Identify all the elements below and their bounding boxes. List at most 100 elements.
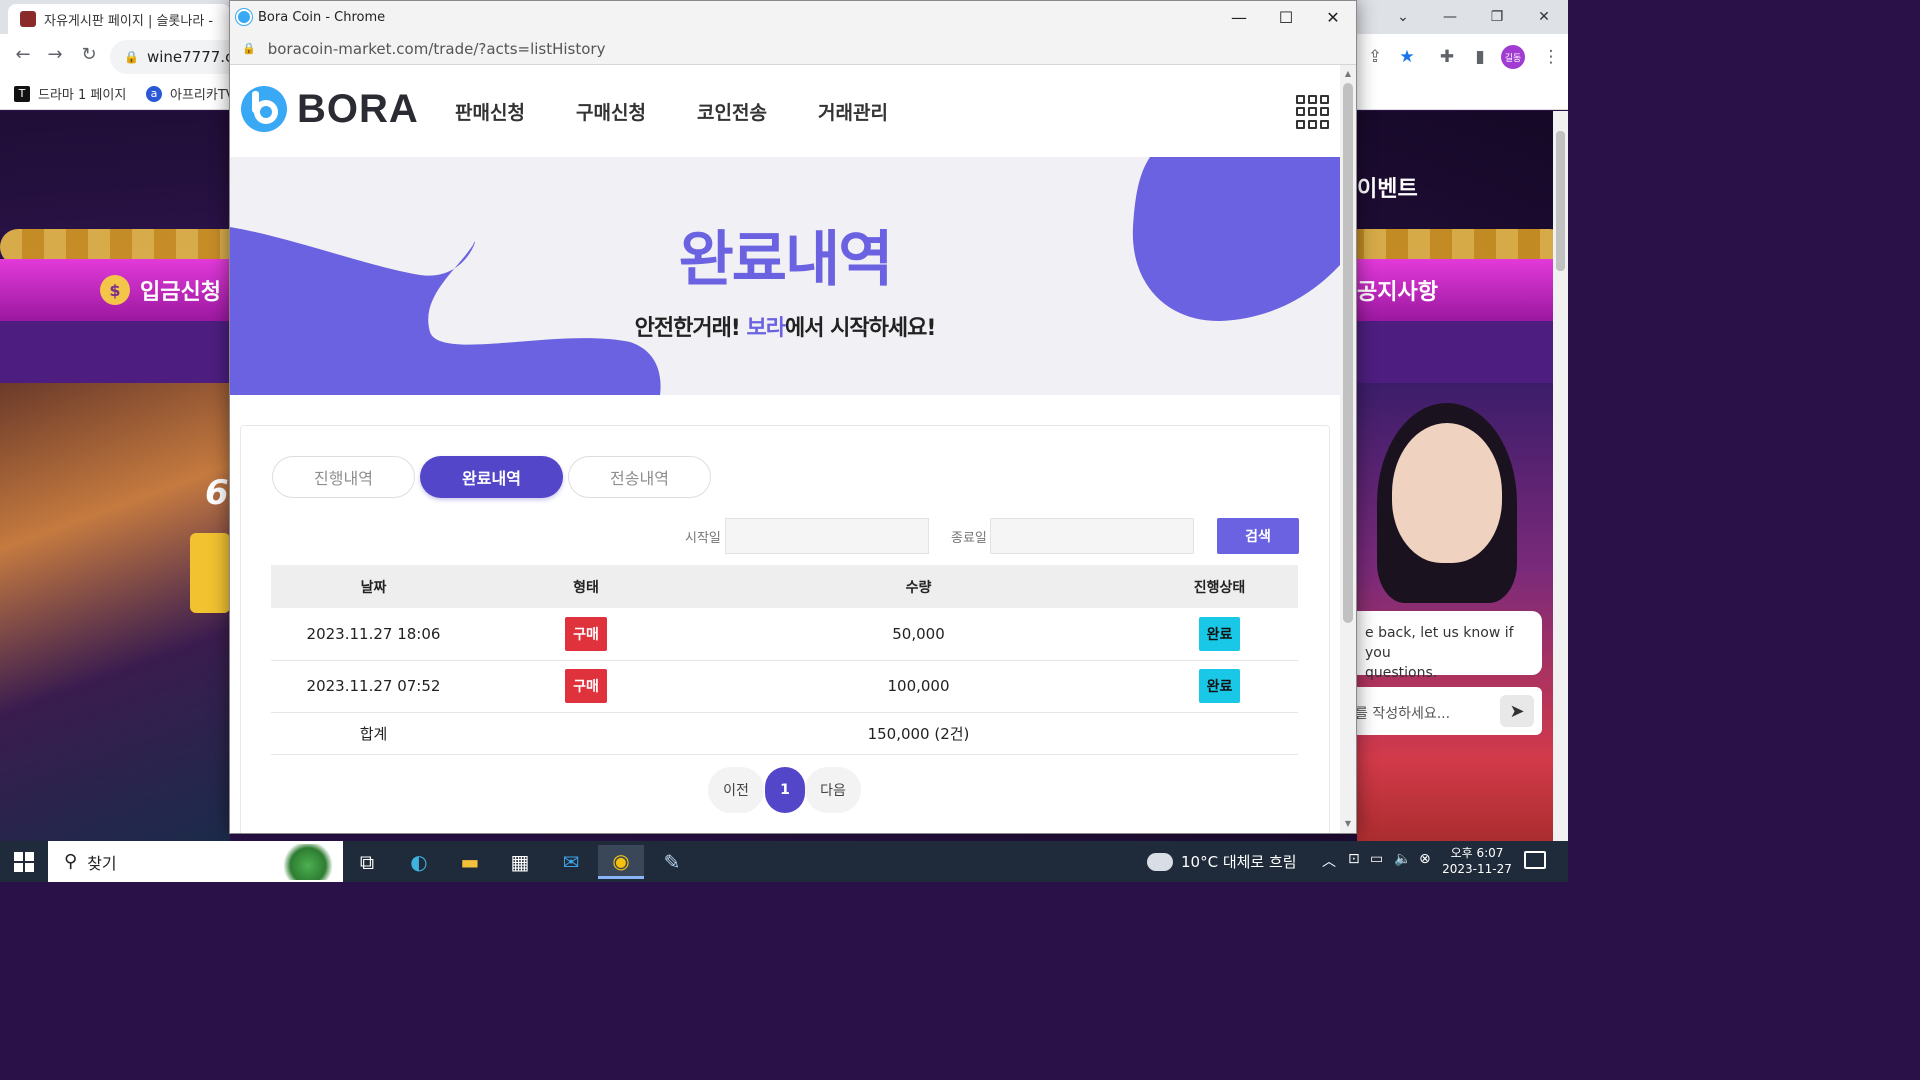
scroll-down-icon[interactable]: ▼: [1340, 819, 1356, 828]
start-date-input[interactable]: [725, 518, 929, 554]
history-card: 진행내역 완료내역 전송내역 시작일 종료일 검색 날짜 형태 수량 진행상태: [240, 425, 1330, 833]
popup-maximize-icon[interactable]: ☐: [1263, 1, 1309, 33]
table-total-row: 합계 150,000 (2건): [271, 712, 1298, 755]
scroll-up-icon[interactable]: ▲: [1340, 69, 1356, 78]
notice-link[interactable]: 공지사항: [1357, 274, 1438, 306]
lock-icon: 🔒: [242, 42, 256, 55]
nav-buy-request[interactable]: 구매신청: [576, 98, 646, 125]
clock-date: 2023-11-27: [1442, 862, 1512, 876]
site-header: BORA 판매신청 구매신청 코인전송 거래관리: [230, 65, 1340, 157]
weather-widget[interactable]: 10°C 대체로 흐림: [1145, 846, 1297, 872]
restore-icon[interactable]: ❐: [1474, 0, 1520, 34]
minimize-icon[interactable]: —: [1427, 0, 1473, 34]
search-highlight-dragon-icon: [280, 844, 336, 880]
send-icon[interactable]: ➤: [1500, 695, 1534, 727]
tab-search-icon[interactable]: ⌄: [1380, 0, 1426, 34]
forward-icon[interactable]: →: [40, 44, 70, 65]
profile-avatar[interactable]: 길동: [1501, 45, 1525, 69]
hero-subtitle-highlight: 보라: [746, 316, 786, 341]
bookmark-label: 드라마 1 페이지: [38, 88, 127, 103]
row-date: 2023.11.27 07:52: [271, 660, 476, 713]
event-link[interactable]: 이벤트: [1357, 171, 1418, 203]
row-amount: 100,000: [696, 660, 1141, 713]
logo-wordmark: BORA: [297, 86, 419, 131]
notification-center-icon[interactable]: [1524, 851, 1546, 869]
row-amount: 50,000: [696, 608, 1141, 661]
hero-banner: 완료내역 안전한거래! 보라에서 시작하세요!: [230, 157, 1340, 395]
end-date-label: 종료일: [951, 531, 987, 546]
completed-badge: 완료: [1198, 669, 1241, 703]
tray-chevron-icon[interactable]: ︿: [1322, 851, 1336, 871]
share-icon[interactable]: ⇪: [1362, 44, 1388, 70]
end-date-input[interactable]: [990, 518, 1194, 554]
bookmark-star-icon[interactable]: ★: [1394, 44, 1420, 70]
extensions-icon[interactable]: ✚: [1434, 44, 1460, 70]
back-icon[interactable]: ←: [8, 44, 38, 65]
model-face: [1392, 423, 1502, 563]
tab-completed[interactable]: 완료내역: [420, 456, 563, 498]
popup-address-bar[interactable]: 🔒 boracoin-market.com/trade/?acts=listHi…: [230, 33, 1356, 65]
battery-icon[interactable]: ▭: [1370, 851, 1383, 867]
nav-sell-request[interactable]: 판매신청: [455, 98, 525, 125]
hero-subtitle-post: 에서 시작하세요!: [785, 316, 936, 341]
clock-time: 오후 6:07: [1450, 846, 1504, 860]
hero-subtitle-pre: 안전한거래!: [634, 316, 741, 341]
popup-close-icon[interactable]: ✕: [1310, 1, 1356, 33]
volume-icon[interactable]: 🔈: [1394, 851, 1411, 867]
start-date-label: 시작일: [685, 531, 721, 546]
task-view-icon[interactable]: ⧉: [344, 845, 390, 879]
mail-icon[interactable]: ✉: [548, 845, 594, 879]
row-type-cell: 구매: [476, 608, 696, 661]
side-panel-icon[interactable]: ▮: [1467, 44, 1493, 70]
tab-transfers[interactable]: 전송내역: [568, 456, 711, 498]
microsoft-store-icon[interactable]: ▦: [497, 845, 543, 879]
pagination-page-1[interactable]: 1: [765, 767, 805, 813]
popup-scrollbar[interactable]: ▲ ▼: [1340, 65, 1356, 833]
deposit-request-link[interactable]: $ 입금신청: [100, 274, 221, 306]
popup-minimize-icon[interactable]: —: [1216, 1, 1262, 33]
chrome-taskbar-icon[interactable]: ◉: [598, 845, 644, 879]
more-menu-icon[interactable]: ⋮: [1538, 44, 1564, 70]
hero-subtitle: 안전한거래! 보라에서 시작하세요!: [230, 310, 1340, 342]
background-scroll-thumb[interactable]: [1556, 131, 1565, 271]
total-value: 150,000 (2건): [696, 712, 1141, 755]
popup-scroll-thumb[interactable]: [1343, 83, 1353, 623]
pagination-next-button[interactable]: 다음: [805, 767, 861, 813]
column-header-date: 날짜: [271, 565, 476, 608]
taskbar-search-box[interactable]: ⚲ 찾기: [48, 841, 343, 882]
weather-text: 10°C 대체로 흐림: [1181, 853, 1297, 871]
search-button[interactable]: 검색: [1217, 518, 1299, 554]
bora-popup-window: Bora Coin - Chrome — ☐ ✕ 🔒 boracoin-mark…: [229, 0, 1357, 834]
edge-browser-icon[interactable]: ◐: [396, 845, 442, 879]
paint-app-icon[interactable]: ✎: [649, 845, 695, 879]
history-table: 날짜 형태 수량 진행상태 2023.11.27 18:06 구매 50,000…: [271, 565, 1298, 755]
bookmark-item[interactable]: T 드라마 1 페이지: [14, 84, 126, 103]
nav-coin-transfer[interactable]: 코인전송: [697, 98, 767, 125]
close-icon[interactable]: ✕: [1521, 0, 1567, 34]
promo-character-image: 6: [0, 383, 230, 841]
windows-start-icon[interactable]: [14, 852, 34, 872]
background-scrollbar[interactable]: [1553, 111, 1568, 841]
page-title: 완료내역: [678, 225, 894, 295]
nav-trade-management[interactable]: 거래관리: [818, 98, 888, 125]
deposit-label: 입금신청: [140, 280, 221, 305]
bora-logo[interactable]: BORA: [240, 85, 419, 133]
buy-badge: 구매: [565, 669, 607, 703]
table-row: 2023.11.27 18:06 구매 50,000 완료: [271, 608, 1298, 661]
bookmark-afreeca-icon: a: [146, 85, 162, 102]
network-icon[interactable]: ⊗: [1419, 851, 1431, 867]
row-date: 2023.11.27 18:06: [271, 608, 476, 661]
file-explorer-icon[interactable]: ▬: [447, 845, 493, 879]
meet-now-icon[interactable]: ⊡: [1348, 851, 1360, 867]
apps-grid-icon[interactable]: [1296, 95, 1330, 129]
search-icon: ⚲: [64, 851, 78, 872]
pagination-prev-button[interactable]: 이전: [708, 767, 764, 813]
column-header-amount: 수량: [696, 565, 1141, 608]
reload-icon[interactable]: ↻: [74, 44, 104, 65]
chat-message-bubble: e back, let us know if you questions.: [1340, 611, 1542, 681]
taskbar-clock[interactable]: 오후 6:07 2023-11-27: [1438, 845, 1516, 877]
bookmark-item[interactable]: a 아프리카TV: [146, 84, 235, 103]
tab-in-progress[interactable]: 진행내역: [272, 456, 415, 498]
total-empty-cell: [1141, 712, 1298, 755]
background-tab[interactable]: 자유게시판 페이지 | 슬롯나라 -: [8, 4, 230, 34]
